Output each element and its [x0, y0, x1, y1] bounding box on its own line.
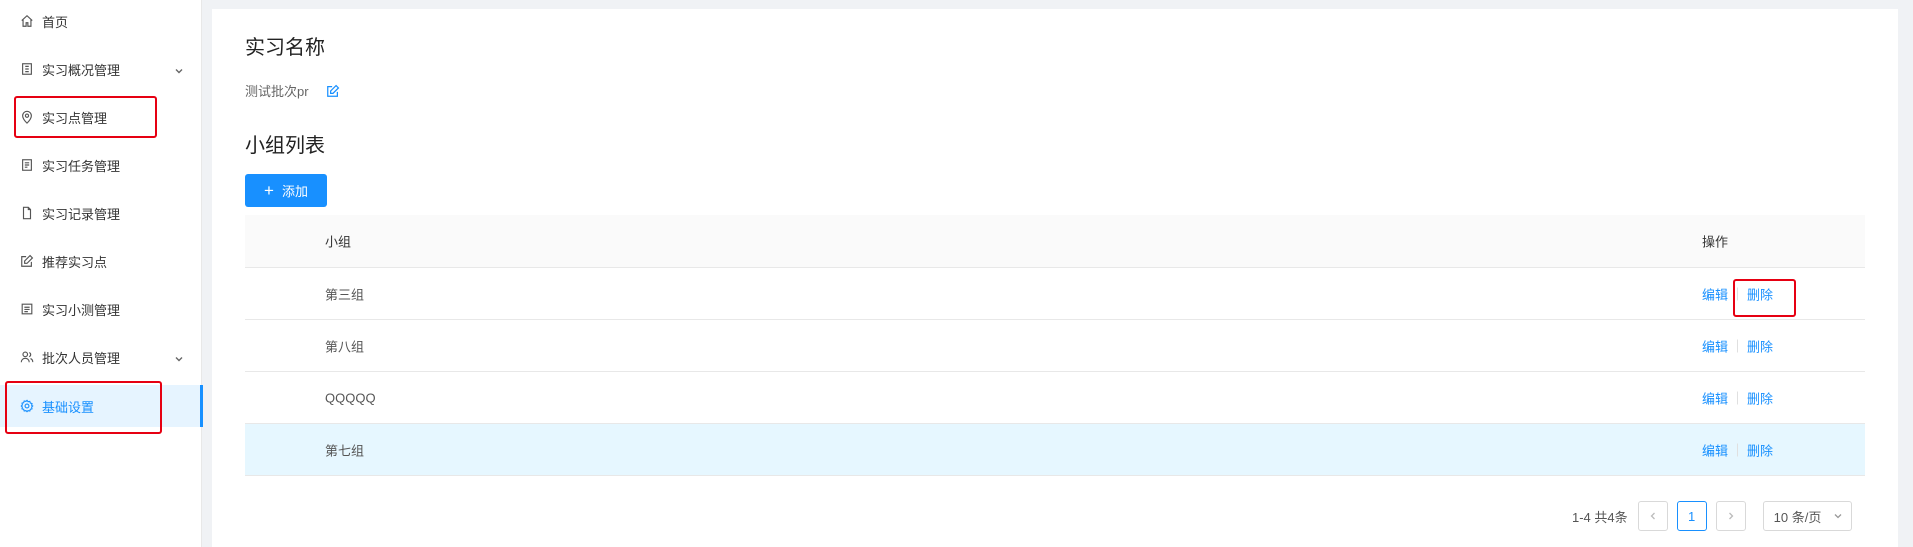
- internship-title: 实习名称: [245, 37, 325, 59]
- sidebar-item-label: 实习任务管理: [42, 158, 121, 174]
- page-size-select[interactable]: 10 条/页: [1762, 501, 1852, 531]
- sidebar-item-internship-tasks[interactable]: 实习任务管理: [0, 144, 202, 186]
- divider: [1737, 443, 1739, 456]
- row-actions: 编辑 删除: [1702, 336, 1773, 355]
- delete-link[interactable]: 删除: [1747, 284, 1773, 303]
- divider: [1737, 287, 1739, 300]
- table-row: 第三组 编辑 删除: [245, 268, 1865, 320]
- pagination-summary: 1-4 共4条: [1572, 509, 1628, 525]
- home-icon: [20, 14, 34, 28]
- chevron-left-icon: [1650, 512, 1655, 520]
- building-icon: [20, 62, 34, 76]
- batch-name-row: 测试批次pr: [245, 81, 340, 100]
- plus-icon: +: [264, 181, 274, 200]
- sidebar-item-internship-overview[interactable]: 实习概况管理: [0, 48, 202, 90]
- chevron-down-icon: [1834, 514, 1842, 519]
- sidebar-item-batch-personnel[interactable]: 批次人员管理: [0, 336, 202, 378]
- sidebar-item-label: 实习小测管理: [42, 302, 121, 318]
- delete-link[interactable]: 删除: [1747, 388, 1773, 407]
- quiz-icon: [20, 302, 34, 316]
- column-header-actions: 操作: [1702, 234, 1729, 250]
- sidebar-item-label: 基础设置: [42, 399, 95, 415]
- table-row: 第七组 编辑 删除: [245, 424, 1865, 476]
- sidebar-item-label: 批次人员管理: [42, 350, 121, 366]
- next-page-button[interactable]: [1715, 501, 1746, 531]
- group-name: 第七组: [325, 443, 365, 458]
- sidebar-item-label: 首页: [42, 14, 69, 30]
- pagination: 1-4 共4条 1 10 条/页: [1572, 501, 1852, 531]
- sidebar-item-internship-sites[interactable]: 实习点管理: [0, 96, 202, 138]
- table-row: QQQQQ 编辑 删除: [245, 372, 1865, 424]
- sidebar-item-label: 实习记录管理: [42, 206, 121, 222]
- main-panel: 实习名称 测试批次pr 小组列表 + 添加 小组 操作 第三组 编辑 删除 第八…: [212, 9, 1898, 547]
- edit-icon[interactable]: [326, 84, 340, 98]
- sidebar-item-home[interactable]: 首页: [0, 0, 202, 42]
- chevron-right-icon: [1728, 512, 1734, 520]
- page-size-value: 10 条/页: [1773, 509, 1822, 525]
- sidebar-item-label: 推荐实习点: [42, 254, 108, 270]
- group-name: QQQQQ: [325, 390, 376, 405]
- row-actions: 编辑 删除: [1702, 440, 1773, 459]
- sidebar: 首页 实习概况管理 实习点管理 实习任务管理 实习记录管理 推荐实习点 实习小测…: [0, 0, 203, 547]
- divider: [1737, 339, 1739, 352]
- edit-link[interactable]: 编辑: [1702, 440, 1728, 459]
- group-name: 第八组: [325, 339, 365, 354]
- sidebar-item-internship-quiz[interactable]: 实习小测管理: [0, 288, 202, 330]
- add-button-label: 添加: [281, 184, 308, 199]
- table-header: 小组 操作: [245, 215, 1865, 268]
- sidebar-item-label: 实习点管理: [42, 110, 108, 126]
- page-1-button[interactable]: 1: [1676, 501, 1707, 531]
- document-icon: [20, 206, 34, 220]
- edit-link[interactable]: 编辑: [1702, 284, 1728, 303]
- batch-name: 测试批次pr: [245, 84, 309, 99]
- column-header-group: 小组: [325, 234, 352, 250]
- users-icon: [20, 350, 34, 364]
- chevron-down-icon: [174, 64, 184, 74]
- add-group-button[interactable]: + 添加: [245, 174, 327, 207]
- sidebar-item-basic-settings[interactable]: 基础设置: [0, 385, 203, 427]
- chevron-down-icon: [174, 352, 184, 362]
- edit-link[interactable]: 编辑: [1702, 388, 1728, 407]
- divider: [1737, 391, 1739, 404]
- group-name: 第三组: [325, 287, 365, 302]
- gear-icon: [20, 399, 34, 413]
- delete-link[interactable]: 删除: [1747, 336, 1773, 355]
- row-actions: 编辑 删除: [1702, 388, 1773, 407]
- edit-icon: [20, 254, 34, 268]
- prev-page-button[interactable]: [1637, 501, 1668, 531]
- edit-link[interactable]: 编辑: [1702, 336, 1728, 355]
- table-row: 第八组 编辑 删除: [245, 320, 1865, 372]
- group-list-title: 小组列表: [245, 135, 325, 157]
- task-list-icon: [20, 158, 34, 172]
- sidebar-item-recommended-sites[interactable]: 推荐实习点: [0, 240, 202, 282]
- delete-link[interactable]: 删除: [1747, 440, 1773, 459]
- sidebar-item-internship-records[interactable]: 实习记录管理: [0, 192, 202, 234]
- row-actions: 编辑 删除: [1702, 284, 1773, 303]
- sidebar-item-label: 实习概况管理: [42, 62, 121, 78]
- group-table: 小组 操作 第三组 编辑 删除 第八组 编辑 删除 QQQQQ 编辑 删除 第七…: [245, 215, 1865, 476]
- location-pin-icon: [20, 110, 34, 124]
